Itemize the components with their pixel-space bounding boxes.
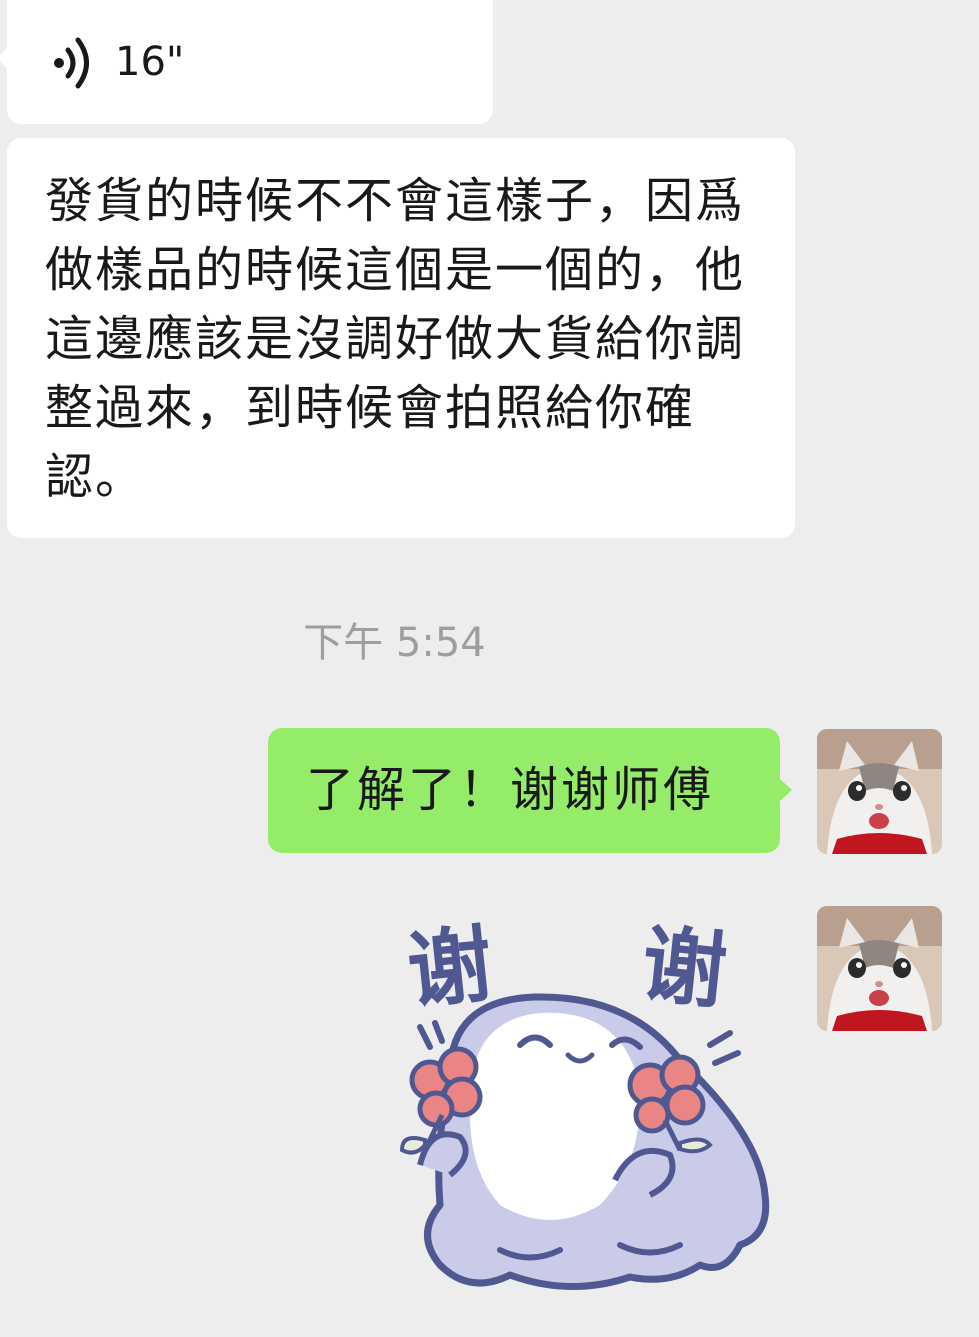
message-text: 了解了！谢谢师傅 bbox=[306, 762, 715, 818]
bubble-tail bbox=[0, 46, 9, 70]
message-timestamp: 下午 5:54 bbox=[303, 620, 486, 666]
avatar[interactable] bbox=[817, 906, 942, 1031]
thank-you-sticker[interactable]: 谢 谢 bbox=[380, 905, 790, 1305]
voice-wave-icon bbox=[51, 36, 97, 90]
incoming-text-message[interactable]: 發貨的時候不不會這樣子，因爲做樣品的時候這個是一個的，他這邊應該是沒調好做大貨給… bbox=[7, 138, 795, 538]
avatar[interactable] bbox=[817, 729, 942, 854]
voice-message-bubble[interactable]: 16" bbox=[0, 0, 493, 124]
ghost-character-icon bbox=[399, 993, 770, 1290]
outgoing-text-message[interactable]: 了解了！谢谢师傅 bbox=[268, 728, 792, 853]
voice-duration: 16" bbox=[115, 39, 185, 85]
message-text: 發貨的時候不不會這樣子，因爲做樣品的時候這個是一個的，他這邊應該是沒調好做大貨給… bbox=[45, 173, 746, 505]
bubble-tail bbox=[779, 778, 792, 802]
